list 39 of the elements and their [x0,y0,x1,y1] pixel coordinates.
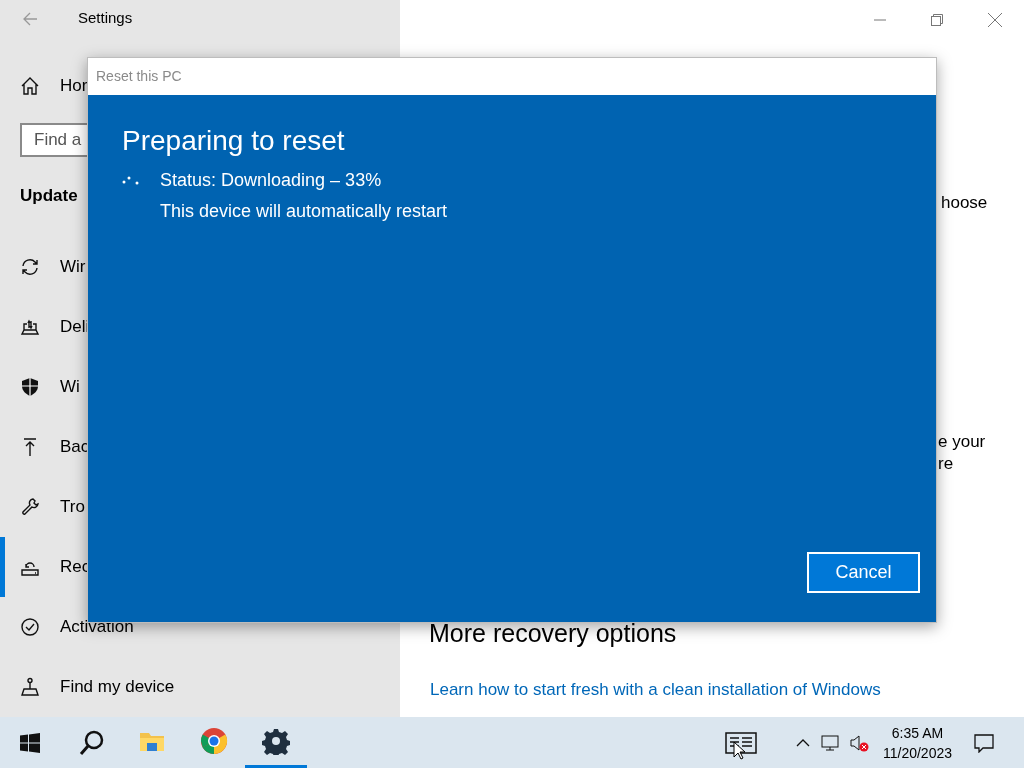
nav-item[interactable]: Tro [0,477,400,537]
notification-icon[interactable] [974,732,994,753]
nav-item[interactable]: Find my device [0,657,400,717]
shield-icon [20,377,40,397]
section-heading: More recovery options [429,619,677,647]
chrome-icon[interactable] [200,727,228,755]
close-icon[interactable] [988,13,1002,27]
sync-icon [20,257,40,277]
cancel-button[interactable]: Cancel [807,552,920,593]
status-text: Status: Downloading – 33% [160,169,383,192]
nav-item[interactable]: Bac [0,417,400,477]
spinner-icon [122,176,140,186]
section-heading: Update [20,185,78,208]
body-text: re [938,453,955,475]
dialog-heading: Preparing to reset [122,124,346,158]
search-icon[interactable] [78,728,106,757]
windows-start-icon[interactable] [20,732,40,753]
clock-time[interactable]: 6:35 AM [891,722,944,743]
nav-item[interactable]: Activation [0,597,400,657]
nav-item[interactable]: Hor [60,73,88,99]
mouse-pointer-icon [733,741,745,761]
wrench-icon [20,497,40,517]
body-text: e your [938,431,987,453]
maximize-icon[interactable] [931,14,943,26]
nav-item[interactable]: Wir [0,237,400,297]
body-text: hoose [941,193,988,212]
clock-date[interactable]: 11/20/2023 [882,742,952,763]
home-icon[interactable] [20,76,40,97]
gear-icon[interactable] [262,727,290,755]
restart-note: This device will automatically restart [160,200,448,223]
dialog-title: Reset this PC [96,67,182,86]
nav-item[interactable]: Wi [0,357,400,417]
check-circle-icon [20,617,40,637]
upload-download-icon [20,317,40,337]
network-icon[interactable] [820,732,841,753]
clean-install-link[interactable]: Learn how to start fresh with a clean installation of Windows [430,679,881,699]
window-title: Settings [78,8,133,29]
news-icon[interactable] [724,730,757,755]
muted-speaker-icon[interactable] [848,732,869,753]
